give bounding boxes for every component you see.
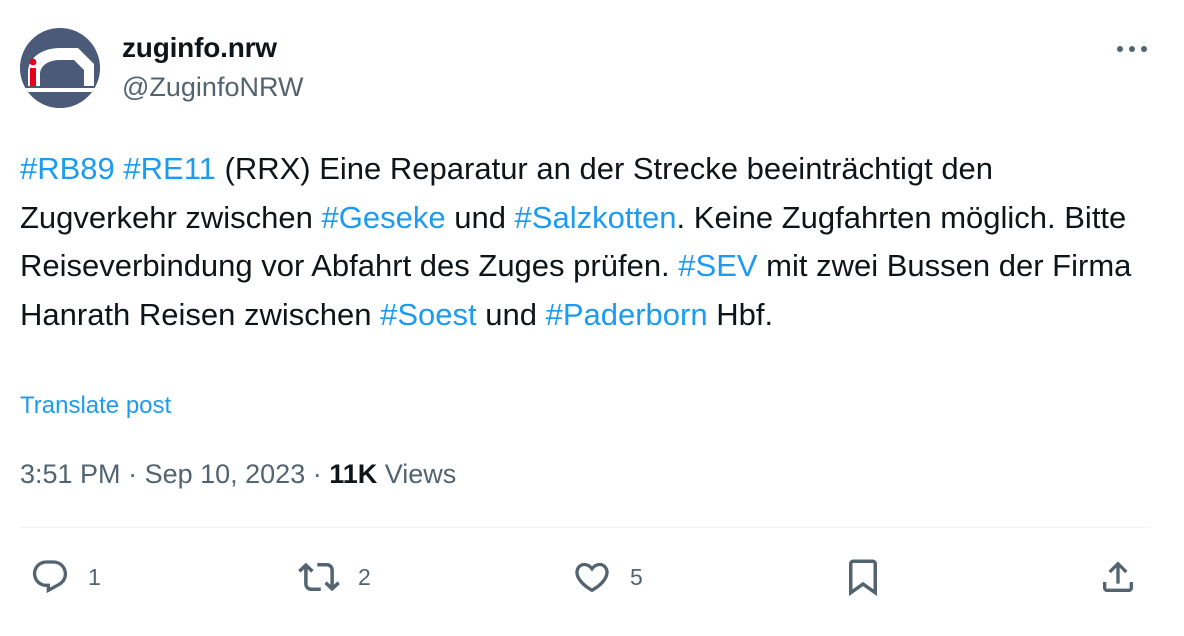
tweet-text-segment: und [476, 296, 546, 332]
tweet-text-segment: Hbf. [707, 296, 774, 332]
more-icon [1117, 46, 1147, 52]
hashtag-link[interactable]: #RB89 [20, 151, 115, 186]
tweet-date[interactable]: Sep 10, 2023 [145, 459, 306, 489]
translate-link[interactable]: Translate post [20, 392, 171, 420]
more-button[interactable] [1110, 34, 1154, 64]
retweet-button[interactable]: 2 [298, 555, 371, 599]
reply-count: 1 [88, 563, 101, 590]
retweet-count: 2 [358, 563, 371, 590]
bookmark-icon [849, 559, 877, 597]
like-icon [575, 562, 609, 593]
views-count: 11K [329, 459, 378, 489]
retweet-icon [298, 562, 340, 592]
views-label: Views [377, 459, 457, 489]
tweet-meta: 3:51 PM · Sep 10, 2023 · 11K Views [20, 459, 456, 490]
tweet: zuginfo.nrw @ZuginfoNRW #RB89 #RE11 (RRX… [0, 0, 1184, 636]
like-count: 5 [630, 563, 643, 590]
share-icon [1103, 561, 1133, 592]
avatar[interactable] [20, 28, 100, 108]
hashtag-link[interactable]: #RE11 [123, 151, 216, 186]
author-handle[interactable]: @ZuginfoNRW [122, 72, 303, 103]
hashtag-link[interactable]: #SEV [678, 248, 757, 283]
tweet-text-segment: und [445, 199, 515, 235]
hashtag-link[interactable]: #Soest [380, 297, 477, 332]
bookmark-button[interactable] [842, 555, 884, 599]
tweet-text: #RB89 #RE11 (RRX) Eine Reparatur an der … [20, 145, 1150, 339]
tweet-time[interactable]: 3:51 PM [20, 459, 121, 489]
reply-icon [32, 560, 68, 594]
meta-separator: · [120, 459, 145, 489]
share-button[interactable] [1098, 555, 1138, 599]
hashtag-link[interactable]: #Paderborn [546, 297, 708, 332]
zuginfo-logo-icon [20, 28, 100, 108]
reply-button[interactable]: 1 [30, 555, 101, 599]
like-button[interactable]: 5 [572, 555, 643, 599]
author-name[interactable]: zuginfo.nrw [122, 32, 277, 64]
hashtag-link[interactable]: #Salzkotten [515, 200, 677, 235]
hashtag-link[interactable]: #Geseke [322, 200, 446, 235]
meta-separator: · [305, 459, 330, 489]
divider [20, 527, 1150, 528]
